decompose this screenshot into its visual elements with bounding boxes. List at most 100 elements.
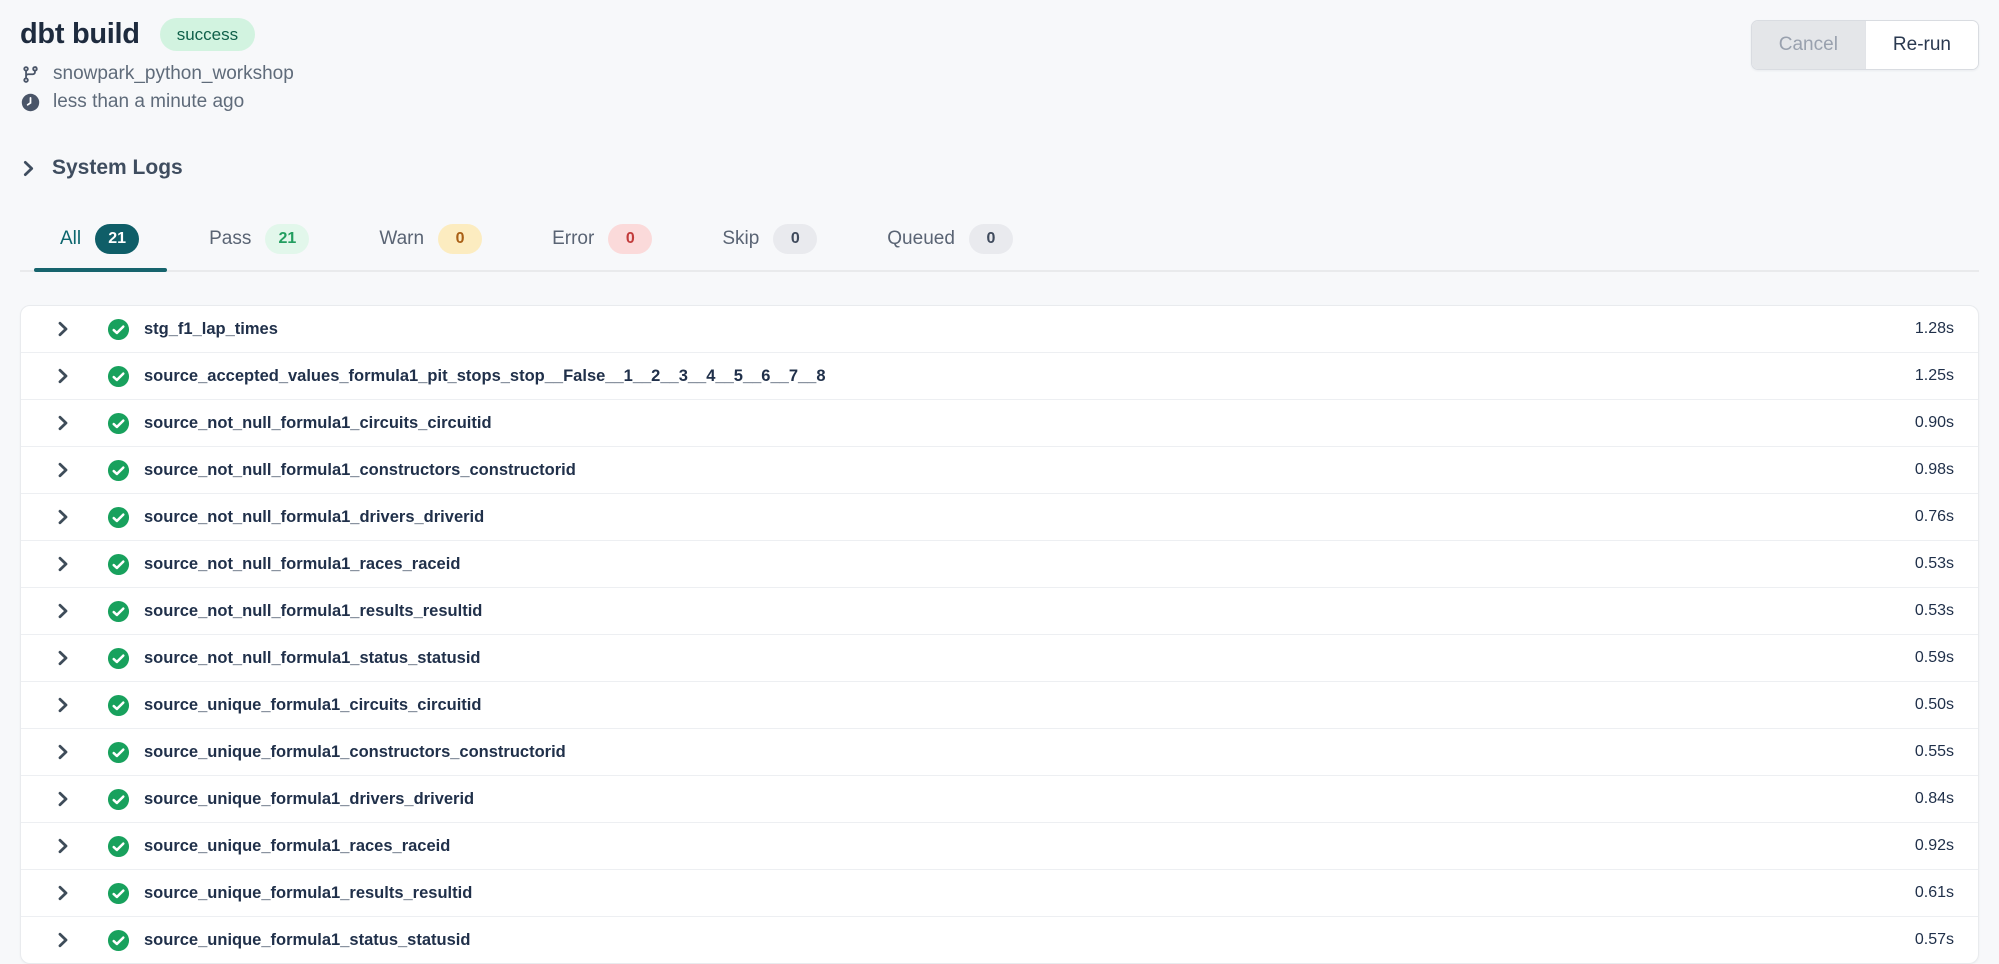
- node-name: source_unique_formula1_status_statusid: [144, 931, 470, 950]
- system-logs-label: System Logs: [52, 156, 183, 180]
- table-row[interactable]: source_accepted_values_formula1_pit_stop…: [21, 353, 1978, 400]
- node-name: source_not_null_formula1_results_resulti…: [144, 602, 482, 621]
- chevron-right-icon: [20, 160, 37, 177]
- table-row[interactable]: stg_f1_lap_times 1.28s: [21, 306, 1978, 353]
- node-duration: 0.53s: [1915, 555, 1954, 573]
- table-row[interactable]: source_not_null_formula1_circuits_circui…: [21, 400, 1978, 447]
- node-name: source_not_null_formula1_drivers_driveri…: [144, 508, 484, 527]
- chevron-right-icon[interactable]: [55, 650, 71, 666]
- chevron-right-icon[interactable]: [55, 368, 71, 384]
- node-duration: 0.53s: [1915, 602, 1954, 620]
- node-duration: 0.55s: [1915, 743, 1954, 761]
- tab-count-badge: 21: [265, 224, 309, 254]
- node-name: source_unique_formula1_constructors_cons…: [144, 743, 566, 762]
- node-duration: 0.92s: [1915, 837, 1954, 855]
- node-name: source_not_null_formula1_constructors_co…: [144, 461, 576, 480]
- node-name: source_not_null_formula1_races_raceid: [144, 555, 460, 574]
- node-name: stg_f1_lap_times: [144, 320, 278, 339]
- node-duration: 0.57s: [1915, 931, 1954, 949]
- node-name: source_not_null_formula1_circuits_circui…: [144, 414, 492, 433]
- rerun-button[interactable]: Re-run: [1865, 21, 1978, 69]
- node-duration: 0.76s: [1915, 508, 1954, 526]
- chevron-right-icon[interactable]: [55, 462, 71, 478]
- tab-error[interactable]: Error 0: [550, 224, 654, 270]
- branch-row: snowpark_python_workshop: [20, 60, 294, 88]
- success-check-icon: [107, 882, 130, 905]
- table-row[interactable]: source_not_null_formula1_drivers_driveri…: [21, 494, 1978, 541]
- table-row[interactable]: source_not_null_formula1_races_raceid 0.…: [21, 541, 1978, 588]
- system-logs-toggle[interactable]: System Logs: [20, 156, 1979, 180]
- node-duration: 0.59s: [1915, 649, 1954, 667]
- branch-name: snowpark_python_workshop: [53, 60, 294, 88]
- tab-label: Warn: [379, 228, 424, 250]
- node-duration: 0.50s: [1915, 696, 1954, 714]
- node-duration: 0.90s: [1915, 414, 1954, 432]
- chevron-right-icon[interactable]: [55, 932, 71, 948]
- table-row[interactable]: source_unique_formula1_circuits_circuiti…: [21, 682, 1978, 729]
- tab-queued[interactable]: Queued 0: [885, 224, 1015, 270]
- tab-label: Queued: [887, 228, 955, 250]
- success-check-icon: [107, 835, 130, 858]
- chevron-right-icon[interactable]: [55, 697, 71, 713]
- chevron-right-icon[interactable]: [55, 509, 71, 525]
- chevron-right-icon[interactable]: [55, 838, 71, 854]
- tab-skip[interactable]: Skip 0: [720, 224, 819, 270]
- run-detail-page: dbt build success snowpark_python_worksh…: [0, 0, 1999, 964]
- status-tab-bar: All 21 Pass 21 Warn 0 Error 0 Skip 0 Que…: [20, 224, 1979, 272]
- table-row[interactable]: source_not_null_formula1_status_statusid…: [21, 635, 1978, 682]
- success-check-icon: [107, 318, 130, 341]
- chevron-right-icon[interactable]: [55, 556, 71, 572]
- header: dbt build success snowpark_python_worksh…: [20, 0, 1979, 116]
- chevron-right-icon[interactable]: [55, 321, 71, 337]
- run-actions: Cancel Re-run: [1751, 20, 1979, 70]
- success-check-icon: [107, 553, 130, 576]
- tab-count-badge: 0: [969, 224, 1013, 254]
- results-list: stg_f1_lap_times 1.28s source_accepted_v…: [20, 305, 1979, 964]
- tab-label: Pass: [209, 228, 251, 250]
- chevron-right-icon[interactable]: [55, 885, 71, 901]
- table-row[interactable]: source_not_null_formula1_results_resulti…: [21, 588, 1978, 635]
- time-row: less than a minute ago: [20, 88, 294, 116]
- tab-pass[interactable]: Pass 21: [207, 224, 311, 270]
- tab-warn[interactable]: Warn 0: [377, 224, 484, 270]
- success-check-icon: [107, 506, 130, 529]
- node-name: source_unique_formula1_results_resultid: [144, 884, 472, 903]
- node-duration: 1.28s: [1915, 320, 1954, 338]
- success-check-icon: [107, 459, 130, 482]
- success-check-icon: [107, 929, 130, 952]
- success-check-icon: [107, 647, 130, 670]
- tab-label: Error: [552, 228, 594, 250]
- success-check-icon: [107, 412, 130, 435]
- time-ago: less than a minute ago: [53, 88, 244, 116]
- clock-icon: [20, 93, 40, 112]
- tab-count-badge: 0: [438, 224, 482, 254]
- status-badge: success: [160, 18, 255, 51]
- table-row[interactable]: source_unique_formula1_results_resultid …: [21, 870, 1978, 917]
- node-duration: 0.61s: [1915, 884, 1954, 902]
- success-check-icon: [107, 741, 130, 764]
- page-title: dbt build: [20, 18, 140, 51]
- table-row[interactable]: source_not_null_formula1_constructors_co…: [21, 447, 1978, 494]
- table-row[interactable]: source_unique_formula1_constructors_cons…: [21, 729, 1978, 776]
- node-duration: 0.84s: [1915, 790, 1954, 808]
- tab-count-badge: 0: [773, 224, 817, 254]
- table-row[interactable]: source_unique_formula1_races_raceid 0.92…: [21, 823, 1978, 870]
- tab-all[interactable]: All 21: [58, 224, 141, 270]
- node-duration: 1.25s: [1915, 367, 1954, 385]
- success-check-icon: [107, 694, 130, 717]
- chevron-right-icon[interactable]: [55, 744, 71, 760]
- git-branch-icon: [20, 65, 40, 84]
- success-check-icon: [107, 788, 130, 811]
- cancel-button[interactable]: Cancel: [1752, 21, 1865, 69]
- table-row[interactable]: source_unique_formula1_status_statusid 0…: [21, 917, 1978, 963]
- chevron-right-icon[interactable]: [55, 603, 71, 619]
- chevron-right-icon[interactable]: [55, 791, 71, 807]
- node-name: source_unique_formula1_races_raceid: [144, 837, 450, 856]
- tab-count-badge: 0: [608, 224, 652, 254]
- table-row[interactable]: source_unique_formula1_drivers_driverid …: [21, 776, 1978, 823]
- node-name: source_not_null_formula1_status_statusid: [144, 649, 481, 668]
- node-duration: 0.98s: [1915, 461, 1954, 479]
- tab-count-badge: 21: [95, 224, 139, 254]
- chevron-right-icon[interactable]: [55, 415, 71, 431]
- node-name: source_accepted_values_formula1_pit_stop…: [144, 367, 826, 386]
